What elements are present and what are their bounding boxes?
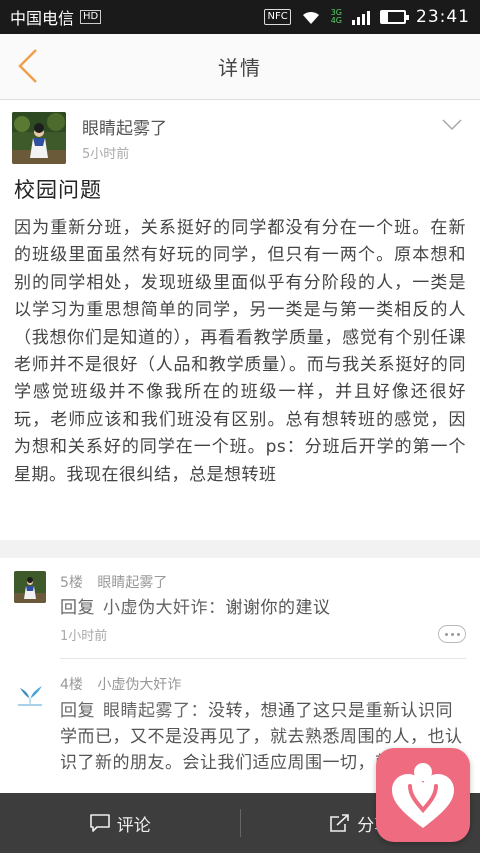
whale-tail-icon	[14, 676, 46, 708]
post-body: 因为重新分班，关系挺好的同学都没有分在一个班。在新的班级里面虽然有好玩的同学，但…	[14, 218, 466, 485]
post-time: 5小时前	[82, 147, 130, 162]
signal-icon	[352, 9, 370, 25]
comment-text: 回复 小虚伪大奸诈：谢谢你的建议	[60, 596, 470, 621]
reply-label: 回复	[60, 598, 95, 618]
chevron-left-icon	[18, 49, 37, 83]
network-type: 3G 4G	[331, 9, 342, 25]
post-author-name[interactable]: 眼睛起雾了	[82, 114, 167, 139]
comment-header: 4楼 小虚伪大奸诈	[60, 674, 181, 694]
comment-content: 谢谢你的建议	[225, 598, 331, 618]
avatar-image	[12, 112, 66, 164]
status-time: 23:41	[416, 7, 470, 27]
comment-divider	[60, 658, 466, 659]
post-author-avatar[interactable]	[12, 112, 66, 164]
wifi-icon	[302, 11, 319, 24]
nfc-icon: NFC	[264, 9, 291, 25]
avatar-image	[14, 571, 46, 603]
comment-button[interactable]: 评论	[0, 793, 240, 853]
floating-heart-button[interactable]	[376, 748, 470, 842]
comment-floor-number: 5楼	[60, 575, 83, 591]
carrier-info: 中国电信 HD	[10, 5, 102, 29]
chevron-down-icon	[442, 119, 462, 131]
back-button[interactable]	[6, 44, 50, 88]
heart-person-icon	[392, 763, 454, 828]
status-bar: 中国电信 HD NFC 3G 4G 23:41	[0, 0, 480, 34]
comment-author-name[interactable]: 小虚伪大奸诈	[97, 677, 181, 693]
share-icon	[330, 814, 350, 832]
page-title: 详情	[218, 56, 262, 80]
network-type-bottom: 4G	[330, 16, 342, 25]
comment-button-label: 评论	[116, 815, 151, 836]
post-options-button[interactable]	[438, 114, 466, 136]
hd-badge: HD	[80, 10, 102, 24]
post-title: 校园问题	[14, 178, 102, 202]
comment-time: 1小时前	[60, 629, 108, 644]
carrier-name: 中国电信	[10, 9, 75, 28]
reply-label: 回复	[60, 701, 95, 721]
battery-icon	[380, 10, 409, 24]
comment-author-name[interactable]: 眼睛起雾了	[97, 575, 167, 591]
comment-author-avatar[interactable]	[14, 676, 46, 708]
comment-author-avatar[interactable]	[14, 571, 46, 603]
comment-more-button[interactable]	[438, 625, 466, 643]
status-icons: NFC 3G 4G 23:41	[264, 7, 470, 27]
nav-bar: 详情	[0, 34, 480, 100]
comment-floor-number: 4楼	[60, 677, 83, 693]
reply-to-name[interactable]: 小虚伪大奸诈：	[103, 598, 226, 618]
comment-header: 5楼 眼睛起雾了	[60, 572, 167, 592]
reply-to-name[interactable]: 眼睛起雾了：	[103, 701, 208, 721]
comment-icon	[89, 814, 110, 832]
